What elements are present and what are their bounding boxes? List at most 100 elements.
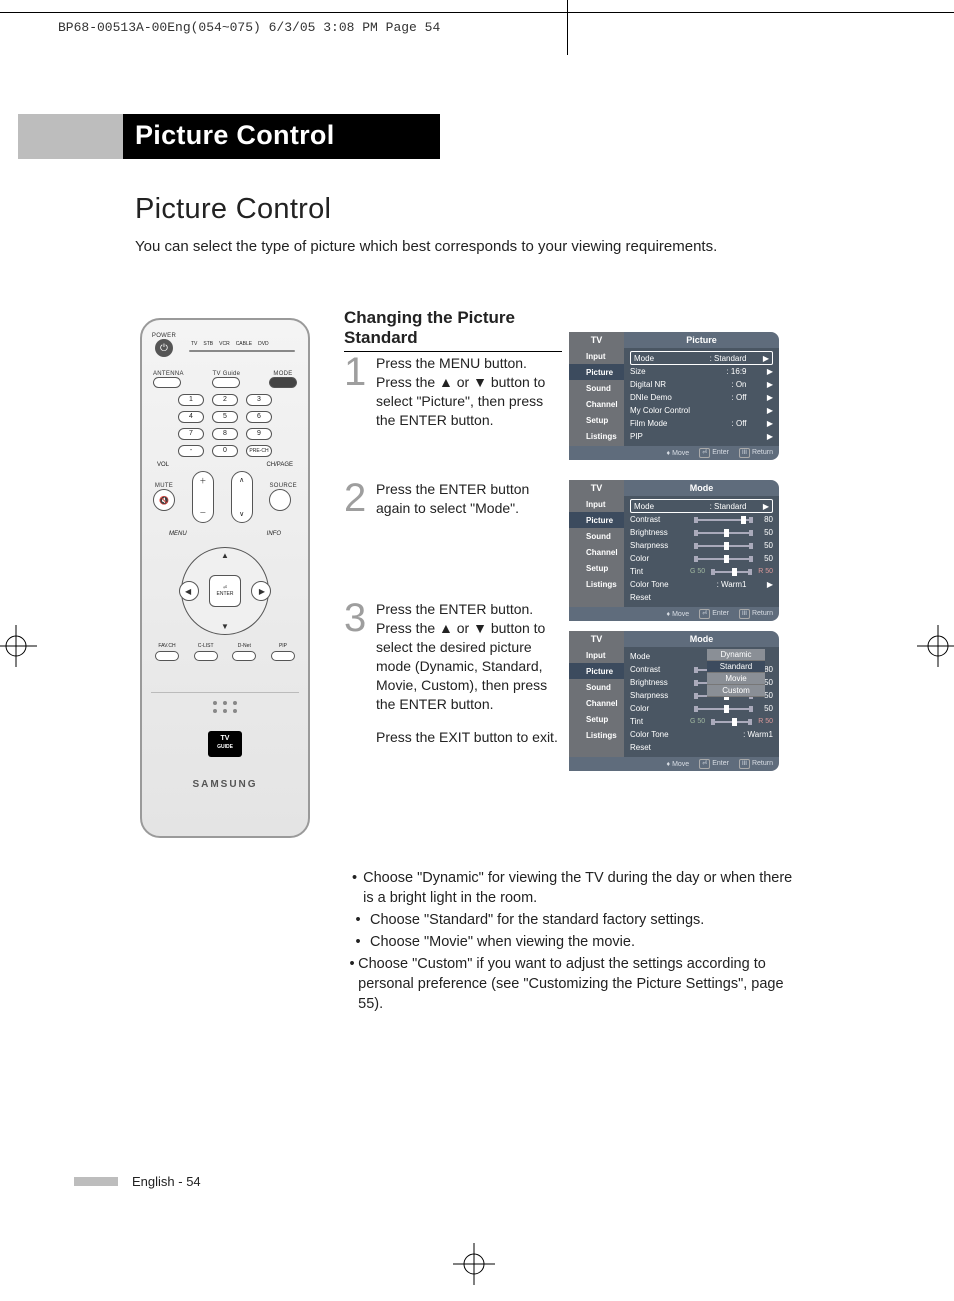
osd3-sidebar: Input Picture Sound Channel Setup Listin… (569, 647, 624, 757)
remote-num-6: 6 (246, 411, 272, 423)
remote-mode-dvd: DVD (258, 341, 269, 347)
remote-num-prech: PRE-CH (246, 445, 272, 457)
remote-favch-button (155, 651, 179, 661)
osd1-row-pip: PIP▶ (630, 430, 773, 443)
osd-side-listings: Listings (569, 428, 624, 444)
osd3-footer: ♦ Move ⏎Enter IIIReturn (569, 757, 779, 771)
intro-text: You can select the type of picture which… (135, 238, 717, 255)
remote-down-icon: ▼ (221, 622, 229, 631)
remote-mute-label: MUTE (153, 483, 175, 489)
remote-num-dash: - (178, 445, 204, 457)
changing-heading: Changing the Picture Standard (344, 308, 562, 352)
section-title: Picture Control (123, 114, 440, 159)
remote-antenna-button (153, 377, 181, 388)
page-subheading: Picture Control (135, 193, 331, 226)
osd2-row-colortone: Color Tone: Warm1▶ (630, 578, 773, 591)
remote-tvguide-button (212, 377, 240, 388)
osd2-row-tint: TintG 50R 50 (630, 565, 773, 578)
remote-source-label: SOURCE (269, 483, 296, 489)
remote-mode-cable: CABLE (236, 341, 252, 347)
remote-vol-label: VOL (157, 462, 169, 468)
osd1-sidebar: Input Picture Sound Channel Setup Listin… (569, 348, 624, 446)
bullet-item: •Choose "Custom" if you want to adjust t… (346, 954, 796, 1014)
remote-num-7: 7 (178, 428, 204, 440)
osd1-row-film-mode: Film Mode: Off▶ (630, 417, 773, 430)
tvguide-logo: TV GUIDE (208, 731, 242, 757)
remote-num-1: 1 (178, 394, 204, 406)
remote-num-4: 4 (178, 411, 204, 423)
remote-antenna-label: ANTENNA (153, 371, 184, 377)
remote-up-icon: ▲ (221, 551, 229, 560)
footer-accent (74, 1177, 118, 1186)
remote-clist-label: C-LIST (198, 643, 214, 649)
crop-mark-line-top (0, 12, 954, 13)
osd1-tv-label: TV (569, 332, 624, 348)
step-1-text: Press the MENU button. Press the ▲ or ▼ … (376, 354, 564, 430)
osd-side-input: Input (569, 348, 624, 364)
bullet-list: •Choose "Dynamic" for viewing the TV dur… (346, 868, 796, 1016)
remote-pip-button (271, 651, 295, 661)
osd2-title: Mode (624, 480, 779, 496)
remote-pip-label: PIP (279, 643, 287, 649)
remote-mode-button (269, 377, 297, 388)
osd1-row-digital-nr: Digital NR: On▶ (630, 378, 773, 391)
registration-mark-bottom (453, 1243, 495, 1285)
remote-vol-rocker: ＋－ (192, 471, 214, 523)
osd3-mode-dropdown: DynamicStandardMovieCustom (707, 649, 765, 697)
osd3-row-reset: Reset (630, 741, 773, 754)
remote-mode-label: MODE (269, 371, 297, 377)
remote-num-2: 2 (212, 394, 238, 406)
section-title-accent (18, 114, 123, 159)
remote-illustration: POWER ⏻ TV STB VCR CABLE DVD ANTENNA (140, 318, 310, 838)
remote-mode-stb: STB (203, 341, 213, 347)
crop-header-text: BP68-00513A-00Eng(054~075) 6/3/05 3:08 P… (58, 20, 440, 35)
remote-numpad: 123 456 789 -0PRE-CH (151, 394, 299, 457)
osd3-row-color: Color50 (630, 702, 773, 715)
osd3-row-tint: TintG 50R 50 (630, 715, 773, 728)
osd2-row-mode: Mode: Standard▶ (630, 499, 773, 513)
bullet-item: •Choose "Movie" when viewing the movie. (346, 932, 796, 952)
osd-side-picture: Picture (569, 364, 624, 380)
osd2-row-contrast: Contrast80 (630, 513, 773, 526)
section-title-bar: Picture Control (18, 114, 440, 159)
remote-mode-vcr: VCR (219, 341, 230, 347)
osd1-footer: ♦ Move ⏎Enter IIIReturn (569, 446, 779, 460)
osd3-row-colortone: Color Tone: Warm1 (630, 728, 773, 741)
crop-mark-line-top-v (567, 0, 568, 55)
osd-picture-menu: TV Picture Input Picture Sound Channel S… (569, 332, 779, 460)
osd-mode-dropdown-menu: TV Mode Input Picture Sound Channel Setu… (569, 631, 779, 771)
remote-mode-tv: TV (191, 341, 197, 347)
osd-side-channel: Channel (569, 396, 624, 412)
remote-tvguide-label: TV Guide (212, 371, 240, 377)
osd3-tv-label: TV (569, 631, 624, 647)
remote-left-icon: ◀ (185, 587, 191, 596)
bullet-item: •Choose "Dynamic" for viewing the TV dur… (346, 868, 796, 908)
remote-right-icon: ▶ (259, 587, 265, 596)
osd1-row-size: Size: 16:9▶ (630, 365, 773, 378)
osd3-dropdown-standard: Standard (707, 661, 765, 673)
osd3-dropdown-dynamic: Dynamic (707, 649, 765, 661)
osd1-row-mode: Mode: Standard▶ (630, 351, 773, 365)
remote-dnet-label: D-Net (238, 643, 251, 649)
remote-menu-label: MENU (169, 531, 187, 537)
remote-mute-button: 🔇 (153, 489, 175, 511)
remote-info-label: INFO (267, 531, 281, 537)
remote-dnet-button (232, 651, 256, 661)
registration-mark-right (917, 625, 954, 667)
samsung-logo: SAMSUNG (151, 779, 299, 790)
osd1-title: Picture (624, 332, 779, 348)
step-2-text: Press the ENTER button again to select "… (376, 480, 564, 518)
step-3-exit-text: Press the EXIT button to exit. (376, 728, 564, 747)
remote-num-8: 8 (212, 428, 238, 440)
registration-mark-left (0, 625, 37, 667)
remote-power-button: ⏻ (155, 339, 173, 357)
remote-enter-button: ⏎ENTER (209, 575, 241, 607)
osd1-row-my-color-control: My Color Control▶ (630, 404, 773, 417)
osd2-row-color: Color50 (630, 552, 773, 565)
osd2-tv-label: TV (569, 480, 624, 496)
page-footer: English - 54 (74, 1174, 201, 1189)
remote-source-button (269, 489, 291, 511)
remote-clist-button (194, 651, 218, 661)
step-2-number: 2 (344, 480, 376, 518)
osd2-row-reset: Reset (630, 591, 773, 604)
